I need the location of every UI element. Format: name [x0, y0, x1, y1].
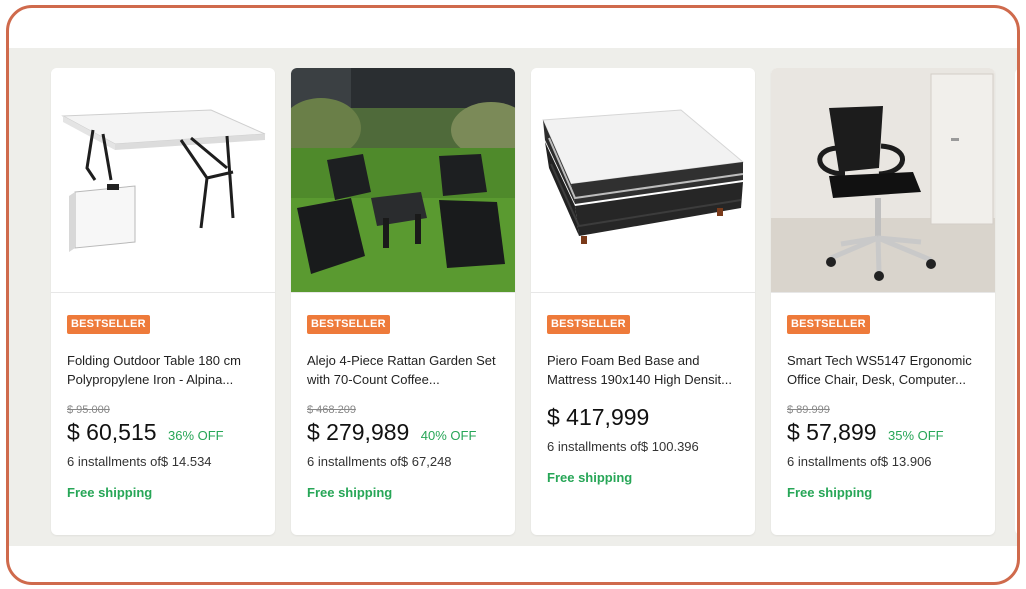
product-card[interactable]: BESTSELLER Folding Outdoor Table 180 cm …: [51, 68, 275, 535]
price-row: $ 417,999: [547, 404, 649, 431]
next-product-card-edge[interactable]: [1015, 68, 1017, 535]
product-title[interactable]: Piero Foam Bed Base and Mattress 190x140…: [547, 351, 741, 389]
discount-label: 35% OFF: [887, 428, 944, 443]
installments-text: 6 installments of$ 100.396: [547, 439, 699, 454]
product-carousel: BESTSELLER Folding Outdoor Table 180 cm …: [9, 48, 1017, 546]
screenshot-frame: BESTSELLER Folding Outdoor Table 180 cm …: [6, 5, 1020, 585]
current-price: $ 57,899: [787, 419, 877, 445]
product-card[interactable]: BESTSELLER Piero Foam Bed Base and Mattr…: [531, 68, 755, 535]
bed-mattress-image: [542, 109, 745, 244]
product-card[interactable]: BESTSELLER Alejo 4-Piece Rattan Garden S…: [291, 68, 515, 535]
bestseller-badge: BESTSELLER: [307, 315, 390, 334]
product-image-office-chair[interactable]: [771, 68, 995, 293]
price-row: $ 60,515 36% OFF: [67, 419, 224, 446]
product-image-rattan-set[interactable]: [291, 68, 515, 293]
current-price: $ 417,999: [547, 404, 650, 430]
price-row: $ 57,899 35% OFF: [787, 419, 944, 446]
installments-text: 6 installments of$ 14.534: [67, 454, 212, 469]
product-image-bed[interactable]: [531, 68, 755, 293]
carousel-track: BESTSELLER Folding Outdoor Table 180 cm …: [9, 48, 1017, 546]
product-title[interactable]: Alejo 4-Piece Rattan Garden Set with 70-…: [307, 351, 501, 389]
product-title[interactable]: Folding Outdoor Table 180 cm Polypropyle…: [67, 351, 261, 389]
original-price: $ 95.000: [67, 404, 110, 416]
discount-label: 40% OFF: [420, 428, 477, 443]
product-image-folding-table[interactable]: [51, 68, 275, 293]
bestseller-badge: BESTSELLER: [67, 315, 150, 334]
office-chair-image: [771, 68, 995, 292]
free-shipping-label: Free shipping: [787, 485, 873, 500]
product-title[interactable]: Smart Tech WS5147 Ergonomic Office Chair…: [787, 351, 981, 389]
installments-text: 6 installments of$ 67,248: [307, 454, 452, 469]
free-shipping-label: Free shipping: [547, 470, 633, 485]
installments-text: 6 installments of$ 13.906: [787, 454, 932, 469]
current-price: $ 60,515: [67, 419, 157, 445]
free-shipping-label: Free shipping: [67, 485, 153, 500]
free-shipping-label: Free shipping: [307, 485, 393, 500]
rattan-garden-set-image: [291, 68, 515, 292]
original-price: $ 468.209: [307, 404, 356, 416]
original-price: $ 89.999: [787, 404, 830, 416]
current-price: $ 279,989: [307, 419, 410, 445]
folding-table-image: [61, 109, 266, 252]
bestseller-badge: BESTSELLER: [787, 315, 870, 334]
price-row: $ 279,989 40% OFF: [307, 419, 476, 446]
product-card[interactable]: BESTSELLER Smart Tech WS5147 Ergonomic O…: [771, 68, 995, 535]
bestseller-badge: BESTSELLER: [547, 315, 630, 334]
discount-label: 36% OFF: [167, 428, 224, 443]
